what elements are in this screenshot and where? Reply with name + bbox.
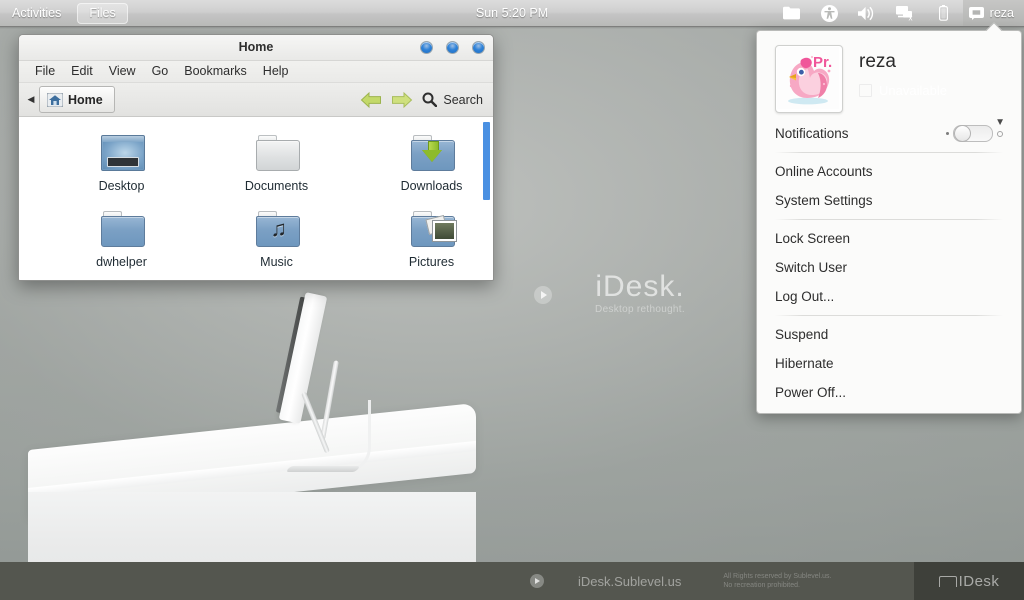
- files-tray-icon[interactable]: [773, 0, 811, 26]
- chevron-down-icon[interactable]: ▼: [995, 117, 1005, 128]
- menu-item-online-accounts[interactable]: Online Accounts: [757, 157, 1021, 186]
- volume-icon[interactable]: [849, 0, 887, 26]
- file-item-pictures[interactable]: Pictures: [354, 201, 493, 269]
- file-manager-window: Home File Edit View Go Bookmarks Help ◀ …: [18, 34, 494, 281]
- menu-view[interactable]: View: [101, 61, 144, 82]
- menu-file[interactable]: File: [29, 61, 63, 82]
- menu-help[interactable]: Help: [255, 61, 297, 82]
- accessibility-icon[interactable]: [811, 0, 849, 26]
- menu-bookmarks[interactable]: Bookmarks: [176, 61, 255, 82]
- status-square-icon: [859, 84, 872, 97]
- folder-icon: [98, 207, 146, 251]
- menu-item-power-off[interactable]: Power Off...: [757, 378, 1021, 407]
- file-item-desktop[interactable]: Desktop: [44, 125, 199, 193]
- menu-item-suspend[interactable]: Suspend: [757, 320, 1021, 349]
- user-menu-username: reza: [989, 6, 1014, 20]
- menu-item-lock-screen[interactable]: Lock Screen: [757, 224, 1021, 253]
- wallpaper-monitor-cable: [330, 400, 371, 473]
- footer-logo-text: IDesk: [958, 572, 1000, 590]
- menu-edit[interactable]: Edit: [63, 61, 101, 82]
- network-offline-icon[interactable]: x: [887, 0, 925, 26]
- toggle-on-dot-icon: [997, 130, 1003, 137]
- menu-separator-2: [775, 219, 1003, 220]
- file-item-label: Music: [260, 255, 293, 269]
- downloads-folder-icon: [408, 131, 456, 175]
- breadcrumb-home-button[interactable]: Home: [39, 86, 115, 113]
- desktop-folder-icon: [98, 131, 146, 175]
- file-list-view: Desktop Documents Downloads dwhelper ♫ M…: [19, 117, 493, 280]
- menu-separator-3: [775, 315, 1003, 316]
- toggle-off-dot-icon: [946, 132, 949, 135]
- menu-bar: File Edit View Go Bookmarks Help: [19, 61, 493, 83]
- home-icon: [47, 92, 63, 107]
- user-menu-header: Pr. reza Unavailable ▼: [757, 31, 1021, 128]
- user-menu-name: reza: [859, 51, 896, 72]
- close-button[interactable]: [472, 41, 485, 54]
- footer-rights: All Rights reserved by Sublevel.us. No r…: [723, 572, 831, 590]
- vertical-scrollbar[interactable]: [483, 122, 490, 200]
- status-text: Unavailable: [879, 83, 947, 98]
- file-item-music[interactable]: ♫ Music: [199, 201, 354, 269]
- svg-text:x: x: [909, 14, 913, 21]
- menu-separator: [775, 152, 1003, 153]
- path-toolbar: ◀ Home Search: [19, 83, 493, 117]
- toggle-switch[interactable]: [953, 125, 993, 142]
- footer-logo-mark-icon: [938, 575, 957, 587]
- menu-go[interactable]: Go: [144, 61, 177, 82]
- status-badge[interactable]: Unavailable: [859, 83, 1005, 98]
- file-item-label: Pictures: [408, 255, 455, 269]
- notifications-row[interactable]: Notifications: [757, 119, 1021, 148]
- file-item-documents[interactable]: Documents: [199, 125, 354, 193]
- pictures-folder-icon: [408, 207, 457, 251]
- svg-text:Pr.: Pr.: [813, 54, 832, 71]
- footer-logo: IDesk: [938, 572, 1000, 590]
- footer-logo-area: IDesk: [914, 562, 1024, 600]
- search-label: Search: [443, 92, 483, 107]
- notifications-label: Notifications: [775, 126, 849, 141]
- menu-item-switch-user[interactable]: Switch User: [757, 253, 1021, 282]
- file-item-label: Desktop: [98, 179, 145, 193]
- breadcrumb-home-label: Home: [68, 92, 103, 107]
- file-grid: Desktop Documents Downloads dwhelper ♫ M…: [19, 125, 493, 269]
- file-item-label: Downloads: [400, 179, 463, 193]
- toolbar-right: Search: [360, 91, 483, 109]
- documents-folder-icon: [253, 131, 301, 175]
- file-item-dwhelper[interactable]: dwhelper: [44, 201, 199, 269]
- file-item-label: dwhelper: [96, 255, 147, 269]
- search-icon: [422, 92, 438, 107]
- wallpaper-play-icon: [534, 286, 552, 304]
- breadcrumb-scroll-left-icon[interactable]: ◀: [23, 94, 39, 105]
- wallpaper-monitor-base: [285, 466, 361, 472]
- top-panel: Activities Files Sun 5:20 PM x reza: [0, 0, 1024, 29]
- battery-icon[interactable]: [925, 0, 963, 26]
- window-controls: [420, 35, 485, 60]
- search-button[interactable]: Search: [422, 92, 483, 107]
- toggle-knob: [954, 125, 971, 142]
- menu-item-system-settings[interactable]: System Settings: [757, 186, 1021, 215]
- user-menu-identity: reza Unavailable: [859, 45, 1005, 98]
- footer-rights-line2: No recreation prohibited.: [723, 582, 800, 589]
- user-menu-panel: Pr. reza Unavailable ▼ Notifications Onl…: [756, 30, 1022, 414]
- music-folder-icon: ♫: [253, 207, 301, 251]
- footer-play-icon: [530, 574, 544, 588]
- top-panel-shadow: [0, 26, 1024, 29]
- chat-bubble-icon: [968, 6, 984, 20]
- wallpaper-footer: iDesk.Sublevel.us All Rights reserved by…: [0, 562, 1024, 600]
- footer-url: iDesk.Sublevel.us: [578, 573, 682, 589]
- menu-item-log-out[interactable]: Log Out...: [757, 282, 1021, 311]
- maximize-button[interactable]: [446, 41, 459, 54]
- menu-item-hibernate[interactable]: Hibernate: [757, 349, 1021, 378]
- minimize-button[interactable]: [420, 41, 433, 54]
- back-arrow-icon[interactable]: [360, 91, 382, 109]
- avatar[interactable]: Pr.: [775, 45, 843, 113]
- window-title-bar[interactable]: Home: [19, 35, 493, 61]
- file-item-downloads[interactable]: Downloads: [354, 125, 493, 193]
- file-item-label: Documents: [244, 179, 309, 193]
- forward-arrow-icon[interactable]: [391, 91, 413, 109]
- footer-rights-line1: All Rights reserved by Sublevel.us.: [723, 573, 832, 580]
- user-menu-pointer: [985, 22, 1003, 31]
